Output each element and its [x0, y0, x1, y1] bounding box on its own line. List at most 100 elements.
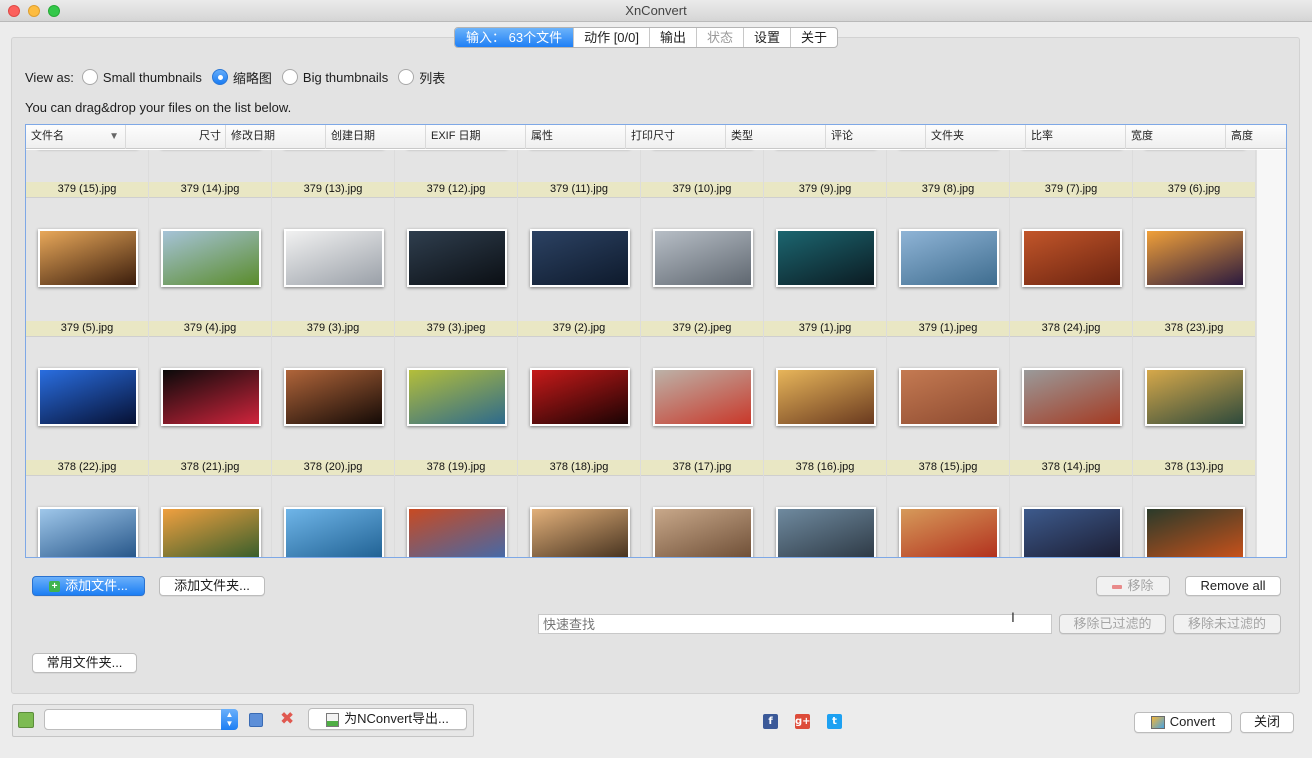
file-name-caption: 378 (17).jpg: [641, 460, 763, 475]
tab-1[interactable]: 动作 [0/0]: [573, 28, 649, 47]
column-header-1[interactable]: 尺寸: [126, 125, 226, 149]
file-thumbnail-item[interactable]: [26, 476, 148, 557]
file-thumbnail-item[interactable]: 379 (13).jpg: [272, 150, 394, 198]
file-thumbnail-item[interactable]: 378 (13).jpg: [1133, 337, 1255, 476]
column-header-5[interactable]: 属性: [526, 125, 626, 149]
column-header-8[interactable]: 评论: [826, 125, 926, 149]
combo-arrows-icon[interactable]: ▲ ▼: [221, 709, 238, 730]
vertical-scrollbar[interactable]: [1256, 150, 1286, 557]
file-thumbnail-item[interactable]: [272, 476, 394, 557]
file-thumbnail-item[interactable]: 379 (3).jpeg: [395, 198, 517, 337]
export-nconvert-button[interactable]: 为NConvert导出...: [308, 708, 467, 730]
file-thumbnail-item[interactable]: [1010, 476, 1132, 557]
tab-4[interactable]: 设置: [743, 28, 790, 47]
file-thumbnail-item[interactable]: 379 (15).jpg: [26, 150, 148, 198]
file-thumbnail-item[interactable]: 379 (3).jpg: [272, 198, 394, 337]
file-name-caption: 378 (13).jpg: [1133, 460, 1255, 475]
thumbnail-viewport[interactable]: 379 (15).jpg 379 (14).jpg 379 (13).jpg 379 …: [26, 150, 1256, 557]
file-thumbnail-item[interactable]: 378 (17).jpg: [641, 337, 763, 476]
quick-search-input[interactable]: [538, 614, 1052, 634]
file-thumbnail-item[interactable]: [764, 476, 886, 557]
file-thumbnail-item[interactable]: 378 (18).jpg: [518, 337, 640, 476]
tab-2[interactable]: 输出: [649, 28, 696, 47]
remove-filtered-button[interactable]: 移除已过滤的: [1059, 614, 1166, 634]
file-thumbnail-item[interactable]: 379 (9).jpg: [764, 150, 886, 198]
file-name-caption: 379 (8).jpg: [887, 182, 1009, 197]
thumbnail-image: [38, 507, 138, 557]
file-thumbnail-item[interactable]: 379 (2).jpg: [518, 198, 640, 337]
file-name-caption: 379 (1).jpeg: [887, 321, 1009, 336]
thumbnail-image: [1145, 229, 1245, 287]
file-thumbnail-item[interactable]: 379 (6).jpg: [1133, 150, 1255, 198]
file-thumbnail-item[interactable]: [1133, 476, 1255, 557]
tab-5[interactable]: 关于: [790, 28, 837, 47]
add-files-button[interactable]: + 添加文件...: [32, 576, 145, 596]
file-thumbnail-item[interactable]: 379 (1).jpeg: [887, 198, 1009, 337]
file-thumbnail-item[interactable]: 379 (4).jpg: [149, 198, 271, 337]
open-preset-folder-icon[interactable]: [18, 712, 34, 728]
thumbnail-image: [899, 507, 999, 557]
radio-indicator[interactable]: [281, 69, 298, 85]
column-header-3[interactable]: 创建日期: [326, 125, 426, 149]
tab-0[interactable]: 输入： 63个文件: [455, 28, 574, 47]
file-thumbnail-item[interactable]: [641, 476, 763, 557]
file-thumbnail-item[interactable]: 379 (12).jpg: [395, 150, 517, 198]
view-big-thumbnails-radio[interactable]: Big thumbnails: [281, 69, 388, 85]
add-files-label: 添加文件...: [65, 578, 128, 593]
column-header-10[interactable]: 比率: [1026, 125, 1126, 149]
file-thumbnail-item[interactable]: 379 (10).jpg: [641, 150, 763, 198]
twitter-icon[interactable]: t: [827, 714, 842, 729]
view-list-radio[interactable]: 列表: [398, 68, 445, 87]
file-thumbnail-item[interactable]: 378 (24).jpg: [1010, 198, 1132, 337]
file-thumbnail-item[interactable]: 379 (7).jpg: [1010, 150, 1132, 198]
file-thumbnail-item[interactable]: 379 (2).jpeg: [641, 198, 763, 337]
file-thumbnail-item[interactable]: [887, 476, 1009, 557]
file-thumbnail-item[interactable]: 379 (11).jpg: [518, 150, 640, 198]
column-header-7[interactable]: 类型: [726, 125, 826, 149]
file-thumbnail-item[interactable]: 379 (8).jpg: [887, 150, 1009, 198]
remove-button[interactable]: 移除: [1096, 576, 1170, 596]
file-thumbnail-item[interactable]: 379 (14).jpg: [149, 150, 271, 198]
facebook-icon[interactable]: f: [763, 714, 778, 729]
convert-button[interactable]: Convert: [1134, 712, 1232, 733]
column-header-11[interactable]: 宽度: [1126, 125, 1226, 149]
column-header-label: 创建日期: [331, 130, 375, 142]
radio-indicator[interactable]: [398, 69, 415, 85]
common-folders-button[interactable]: 常用文件夹...: [32, 653, 137, 673]
file-thumbnail-item[interactable]: [149, 476, 271, 557]
view-small-thumbnails-radio[interactable]: Small thumbnails: [81, 69, 202, 85]
close-button[interactable]: 关闭: [1240, 712, 1294, 733]
file-thumbnail-item[interactable]: 378 (19).jpg: [395, 337, 517, 476]
column-header-2[interactable]: 修改日期: [226, 125, 326, 149]
google-plus-icon[interactable]: g+: [795, 714, 811, 729]
file-name-caption: 379 (5).jpg: [26, 321, 148, 336]
view-thumbnails-radio[interactable]: 缩略图: [211, 68, 272, 87]
file-thumbnail-item[interactable]: 378 (22).jpg: [26, 337, 148, 476]
remove-all-button[interactable]: Remove all: [1185, 576, 1281, 596]
radio-indicator[interactable]: [81, 69, 98, 85]
column-header-6[interactable]: 打印尺寸: [626, 125, 726, 149]
delete-preset-icon[interactable]: ✖: [280, 709, 294, 729]
sort-descending-icon: ▼: [109, 131, 119, 142]
file-thumbnail-item[interactable]: 378 (20).jpg: [272, 337, 394, 476]
add-folder-button[interactable]: 添加文件夹...: [159, 576, 265, 596]
save-preset-icon[interactable]: [249, 713, 263, 727]
file-list[interactable]: 文件名 ▼ 尺寸 修改日期 创建日期 EXIF 日期 属性 打印尺寸 类型 评论 文件夹 比率 宽度 高度…: [25, 124, 1287, 558]
radio-indicator[interactable]: [211, 69, 228, 85]
remove-unfiltered-button[interactable]: 移除未过滤的: [1173, 614, 1281, 634]
column-header-4[interactable]: EXIF 日期: [426, 125, 526, 149]
file-thumbnail-item[interactable]: [395, 476, 517, 557]
file-thumbnail-item[interactable]: 378 (16).jpg: [764, 337, 886, 476]
file-thumbnail-item[interactable]: 378 (15).jpg: [887, 337, 1009, 476]
file-thumbnail-item[interactable]: 378 (23).jpg: [1133, 198, 1255, 337]
column-header-0[interactable]: 文件名 ▼: [26, 125, 126, 149]
file-thumbnail-item[interactable]: 379 (5).jpg: [26, 198, 148, 337]
column-header-9[interactable]: 文件夹: [926, 125, 1026, 149]
file-thumbnail-item[interactable]: [518, 476, 640, 557]
preset-combobox[interactable]: ▲ ▼: [44, 709, 238, 730]
export-script-icon: [326, 712, 340, 727]
file-thumbnail-item[interactable]: 378 (21).jpg: [149, 337, 271, 476]
file-thumbnail-item[interactable]: 379 (1).jpg: [764, 198, 886, 337]
column-header-12[interactable]: 高度: [1226, 125, 1286, 149]
file-thumbnail-item[interactable]: 378 (14).jpg: [1010, 337, 1132, 476]
